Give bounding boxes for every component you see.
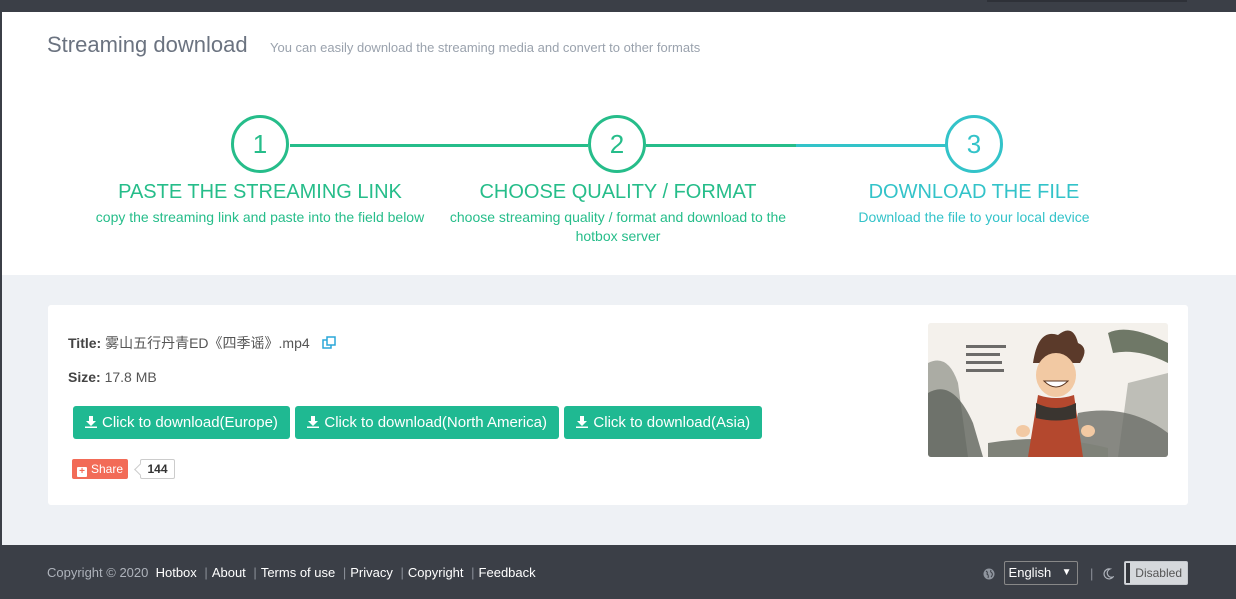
file-size-value: 17.8 MB: [104, 369, 157, 385]
language-select[interactable]: English ▼: [1003, 561, 1078, 585]
plus-icon: +: [77, 467, 87, 477]
file-title-label: Title:: [68, 335, 102, 351]
steps-progress: 1 2 3 PASTE THE STREAMING LINK copy the …: [2, 12, 1236, 275]
step-connector-2: [646, 144, 796, 147]
share-widget: + Share 144: [72, 459, 175, 479]
header-panel: Streaming download You can easily downlo…: [2, 12, 1236, 275]
download-icon: [85, 407, 97, 428]
step-1-title: PASTE THE STREAMING LINK: [118, 181, 402, 203]
file-card: Title: 雾山五行丹青ED《四季谣》.mp4 Size: 17.8 MB C…: [48, 305, 1188, 505]
copyright-text: Copyright © 2020: [47, 565, 149, 580]
step-3-description: Download the file to your local device: [858, 209, 1090, 225]
download-buttons: Click to download(Europe) Click to downl…: [73, 406, 763, 439]
share-count: 144: [140, 459, 175, 479]
moon-icon: [1102, 567, 1115, 580]
download-icon: [576, 407, 589, 428]
file-title-value: 雾山五行丹青ED《四季谣》.mp4: [105, 335, 310, 351]
globe-icon: [983, 567, 995, 580]
download-europe-label: Click to download(Europe): [102, 414, 278, 431]
download-north-america-button[interactable]: Click to download(North America): [295, 406, 559, 439]
copy-icon[interactable]: [321, 336, 336, 350]
step-3-circle: 3: [945, 115, 1003, 173]
step-2-description: choose streaming quality / format and do…: [449, 209, 787, 244]
step-2-circle: 2: [588, 115, 646, 173]
browser-frame: Streaming download You can easily downlo…: [0, 0, 1236, 599]
step-1-description: copy the streaming link and paste into t…: [95, 209, 425, 225]
file-size-label: Size:: [68, 369, 101, 385]
content-area: Title: 雾山五行丹青ED《四季谣》.mp4 Size: 17.8 MB C…: [2, 275, 1236, 545]
file-size-row: Size: 17.8 MB: [68, 369, 157, 385]
footer-link-hotbox[interactable]: Hotbox: [156, 565, 197, 580]
share-label: Share: [91, 462, 124, 476]
top-bar: [1, 0, 1236, 12]
download-icon: [307, 407, 320, 428]
step-1-circle: 1: [231, 115, 289, 173]
file-title-row: Title: 雾山五行丹青ED《四季谣》.mp4: [68, 333, 336, 353]
download-asia-button[interactable]: Click to download(Asia): [564, 406, 763, 439]
footer-link-copyright[interactable]: Copyright: [408, 565, 464, 580]
chevron-down-icon: ▼: [1061, 567, 1072, 578]
footer-links: Copyright © 2020 Hotbox | About | Terms of…: [47, 565, 536, 580]
download-asia-label: Click to download(Asia): [593, 414, 751, 431]
footer-link-privacy[interactable]: Privacy: [350, 565, 393, 580]
share-button[interactable]: + Share: [72, 459, 129, 479]
download-north-america-label: Click to download(North America): [324, 414, 547, 431]
footer-link-about[interactable]: About: [212, 565, 246, 580]
step-3-title: DOWNLOAD THE FILE: [868, 181, 1080, 203]
dark-mode-toggle[interactable]: Disabled: [1124, 561, 1188, 585]
video-thumbnail[interactable]: [928, 323, 1168, 457]
footer: Copyright © 2020 Hotbox | About | Terms of…: [2, 545, 1236, 599]
footer-link-terms[interactable]: Terms of use: [261, 565, 335, 580]
step-connector-3: [796, 144, 946, 147]
step-2-title: CHOOSE QUALITY / FORMAT: [479, 181, 757, 203]
footer-controls: English ▼ | Disabled: [983, 561, 1188, 585]
language-selected: English: [1008, 565, 1052, 580]
download-europe-button[interactable]: Click to download(Europe): [73, 406, 290, 439]
step-connector-1: [290, 144, 588, 147]
footer-link-feedback[interactable]: Feedback: [479, 565, 536, 580]
